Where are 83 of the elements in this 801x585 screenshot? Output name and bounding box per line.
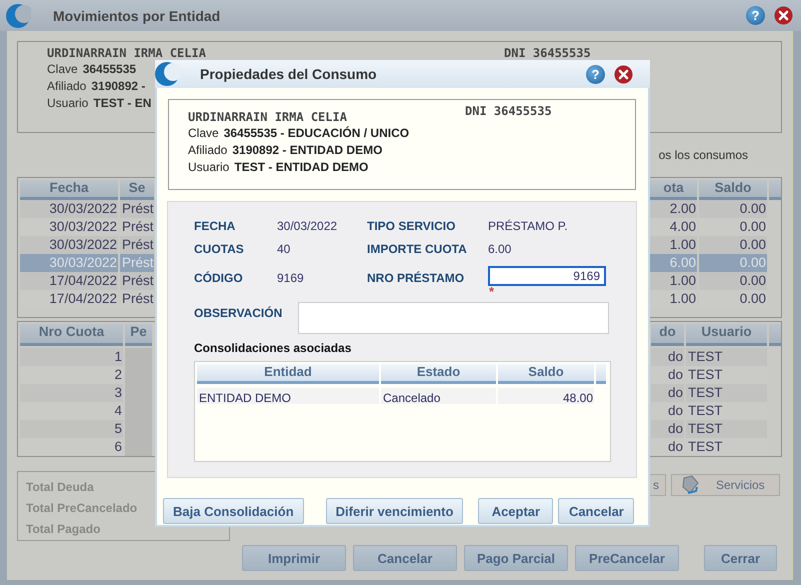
total-label: Total PreCancelado: [26, 500, 138, 516]
table-cell[interactable]: 0.00: [699, 236, 767, 254]
table-cell[interactable]: 5: [20, 420, 123, 438]
field-value: 9169: [277, 271, 305, 285]
table-cell[interactable]: 1.00: [650, 272, 697, 290]
table-cell[interactable]: [125, 438, 152, 456]
info-value: TEST - EN: [93, 96, 152, 110]
field-value: PRÉSTAMO P.: [488, 218, 569, 232]
info-label: Usuario: [188, 160, 230, 174]
observation-field[interactable]: [298, 302, 609, 334]
table-cell[interactable]: 2.00: [650, 200, 697, 218]
column-header: [769, 180, 781, 200]
table-cell[interactable]: ENTIDAD DEMO: [197, 388, 379, 404]
column-header[interactable]: Estado: [381, 364, 496, 384]
table-cell[interactable]: TEST: [686, 420, 767, 438]
field-label: CÓDIGO: [194, 271, 244, 285]
field-value: 6.00: [488, 242, 512, 256]
table-cell[interactable]: TEST: [686, 348, 767, 366]
info-value: 36455535: [82, 62, 136, 76]
field-label: TIPO SERVICIO: [367, 218, 456, 232]
window-title: Movimientos por Entidad: [53, 8, 222, 24]
section-title: Consolidaciones asociadas: [194, 341, 352, 356]
action-button[interactable]: Cerrar: [704, 545, 777, 571]
logo-icon: [154, 61, 180, 87]
info-label: Clave: [188, 126, 219, 140]
client-name: URDINARRAIN IRMA CELIA: [47, 46, 206, 60]
field-value: 40: [277, 242, 292, 256]
table-cell[interactable]: do: [651, 348, 684, 366]
column-header: [769, 324, 781, 346]
input-field[interactable]: 9169: [488, 266, 606, 286]
action-button[interactable]: Diferir vencimiento: [326, 498, 464, 524]
table-cell[interactable]: Prést: [120, 236, 154, 254]
field-label: NRO PRÉSTAMO: [367, 271, 466, 285]
column-header[interactable]: Saldo: [498, 364, 594, 384]
required-mark: *: [489, 284, 494, 299]
close-icon[interactable]: [774, 6, 793, 25]
action-button[interactable]: PreCancelar: [575, 545, 679, 571]
table-cell[interactable]: 1: [20, 348, 123, 366]
table-cell[interactable]: Prést: [120, 200, 154, 218]
column-header[interactable]: Entidad: [197, 364, 379, 384]
action-button[interactable]: Baja Consolidación: [163, 498, 304, 524]
table-cell[interactable]: 48.00: [498, 388, 594, 404]
field-label: CUOTAS: [194, 242, 245, 256]
info-label: Usuario: [47, 96, 88, 110]
services-button[interactable]: Servicios: [671, 474, 780, 496]
info-label: Afiliado: [47, 78, 86, 92]
field-label: IMPORTE CUOTA: [367, 242, 468, 256]
action-button[interactable]: Cancelar: [558, 498, 634, 524]
field-value: 30/03/2022: [277, 218, 338, 232]
info-label: Clave: [47, 62, 78, 76]
table-cell[interactable]: 0.00: [699, 272, 767, 290]
total-label: Total Deuda: [26, 479, 94, 495]
action-button[interactable]: Aceptar: [478, 498, 554, 524]
info-value: 3190892 -: [91, 78, 146, 92]
info-value: 36455535 - EDUCACIÓN / UNICO: [224, 126, 410, 140]
table-cell[interactable]: Cancelado: [381, 388, 496, 404]
dni-text: DNI 36455535: [504, 46, 591, 60]
table-cell[interactable]: do: [651, 420, 684, 438]
table-cell[interactable]: 17/04/2022: [20, 272, 118, 290]
action-button[interactable]: Imprimir: [242, 545, 346, 571]
field-label: FECHA: [194, 218, 236, 232]
total-label: Total Pagado: [26, 521, 100, 537]
dialog-title: Propiedades del Consumo: [200, 66, 378, 82]
logo-icon: [5, 2, 31, 28]
action-button[interactable]: Pago Parcial: [464, 545, 568, 571]
action-button[interactable]: Cancelar: [353, 545, 457, 571]
info-value: TEST - ENTIDAD DEMO: [234, 160, 368, 174]
dni-text: DNI 36455535: [465, 104, 552, 118]
table-cell[interactable]: 0.00: [699, 200, 767, 218]
table-cell[interactable]: do: [651, 384, 684, 402]
table-cell[interactable]: 3: [20, 384, 123, 402]
table-cell[interactable]: 30/03/2022: [20, 236, 118, 254]
client-name: URDINARRAIN IRMA CELIA: [188, 110, 347, 124]
field-label: OBSERVACIÓN: [194, 305, 284, 322]
close-icon[interactable]: [614, 64, 633, 84]
info-value: 3190892 - ENTIDAD DEMO: [232, 142, 382, 156]
option-label: os los consumos: [658, 148, 748, 162]
info-label: Afiliado: [188, 142, 228, 156]
column-header: [596, 364, 606, 384]
table-cell[interactable]: 1.00: [650, 236, 697, 254]
table-cell[interactable]: TEST: [686, 384, 767, 402]
table-cell[interactable]: 30/03/2022: [20, 200, 118, 218]
table-cell[interactable]: Prést: [120, 272, 154, 290]
